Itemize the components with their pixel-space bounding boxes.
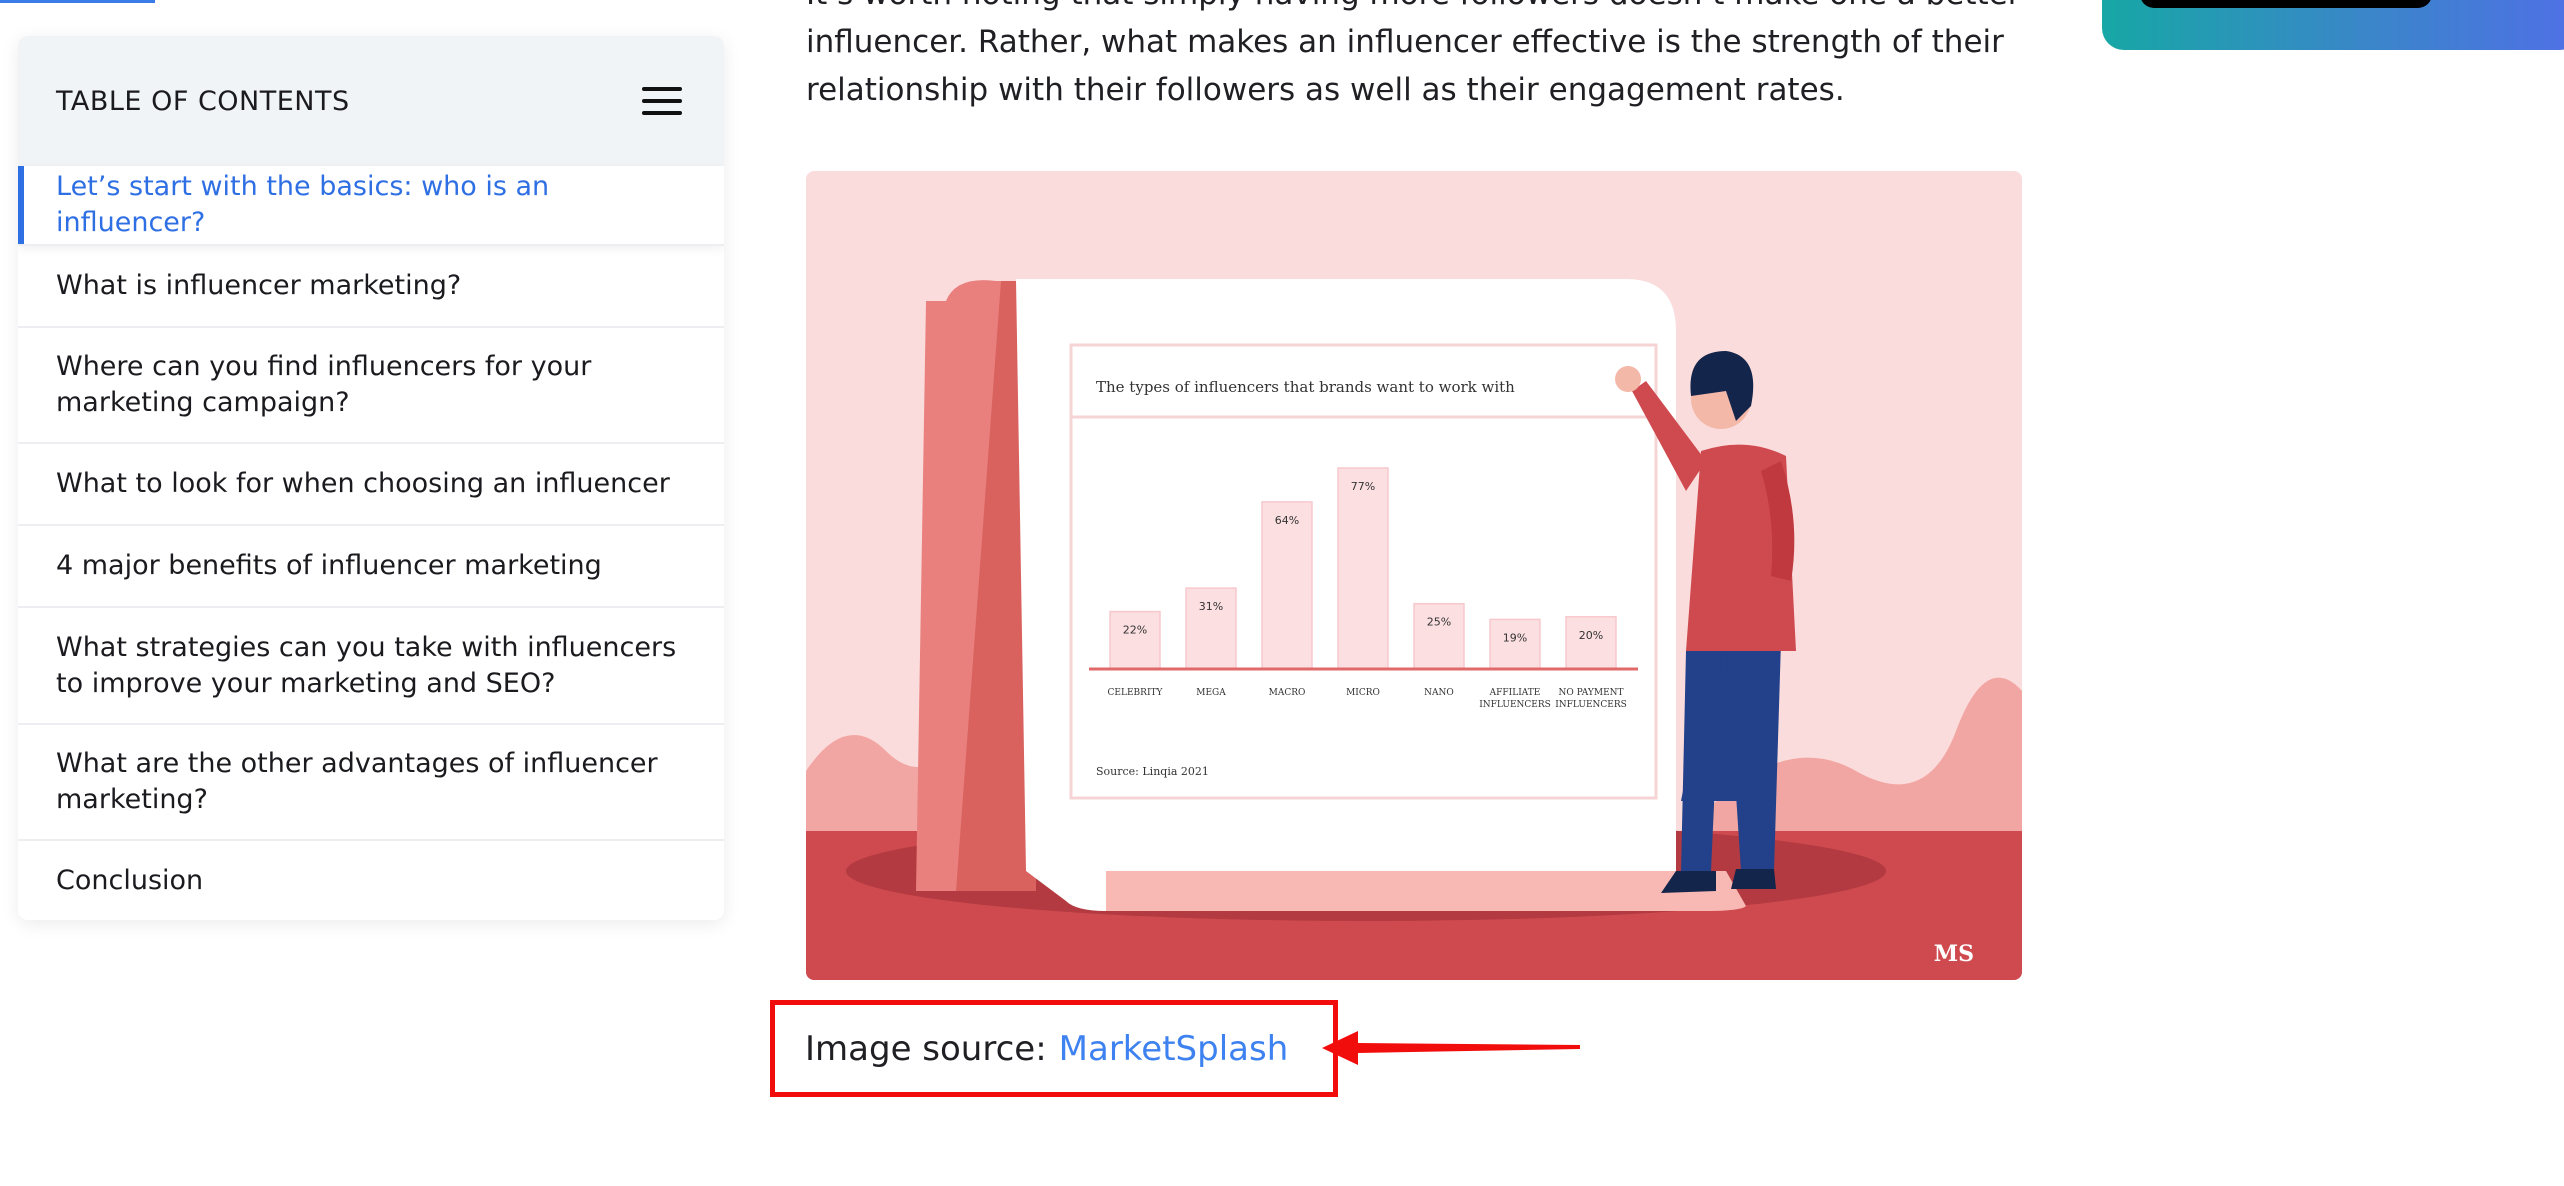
top-link-underline (0, 0, 155, 3)
image-source-caption: Image source: MarketSplash (770, 1000, 1338, 1097)
article-image: The types of influencers that brands wan… (806, 171, 2022, 980)
category-label: MICRO (1346, 688, 1380, 698)
toc-item[interactable]: 4 major benefits of influencer marketing (18, 524, 724, 606)
paragraph-line: relationship with their followers as wel… (806, 72, 1845, 108)
bar-celebrity (1109, 610, 1161, 670)
red-arrow-annotation (1322, 1031, 1580, 1065)
chart-source: Source: Linqia 2021 (1096, 765, 1209, 778)
toc-item[interactable]: Conclusion (18, 839, 724, 920)
promo-button[interactable] (2140, 0, 2432, 8)
bar-value-label: 64% (1275, 514, 1299, 527)
table-of-contents: TABLE OF CONTENTS Let’s start with the b… (18, 36, 724, 920)
bar-value-label: 77% (1351, 480, 1375, 493)
category-label: AFFILIATE (1489, 688, 1541, 698)
toc-item[interactable]: Where can you find influencers for your … (18, 326, 724, 442)
category-label: CELEBRITY (1108, 688, 1164, 698)
hamburger-menu-icon[interactable] (642, 87, 682, 115)
scroll-bottom (1106, 871, 1746, 911)
toc-header: TABLE OF CONTENTS (18, 36, 724, 166)
toc-item[interactable]: What strategies can you take with influe… (18, 606, 724, 723)
toc-item[interactable]: What to look for when choosing an influe… (18, 442, 724, 524)
bar-value-label: 22% (1123, 624, 1147, 637)
paragraph-line: influencer. Rather, what makes an influe… (806, 24, 2004, 60)
category-label: INFLUENCERS (1479, 700, 1551, 710)
category-label: MEGA (1196, 688, 1226, 698)
paragraph-line: It’s worth noting that simply having mor… (806, 0, 2021, 18)
bar-value-label: 31% (1199, 600, 1223, 613)
caption-prefix: Image source: (805, 1028, 1047, 1069)
bar-macro (1261, 501, 1313, 670)
marketsplash-logo: MS (1934, 941, 1974, 967)
bar-value-label: 19% (1503, 631, 1527, 644)
category-label: MACRO (1269, 688, 1306, 698)
toc-item[interactable]: What are the other advantages of influen… (18, 723, 724, 839)
toc-title: TABLE OF CONTENTS (56, 85, 350, 117)
promo-banner[interactable] (2102, 0, 2564, 50)
category-label: INFLUENCERS (1555, 700, 1627, 710)
category-label: NANO (1424, 688, 1454, 698)
bar-nano (1413, 602, 1465, 670)
category-label: NO PAYMENT (1558, 688, 1623, 698)
bar-no-payment-influencers (1565, 616, 1617, 670)
chart-title: The types of influencers that brands wan… (1096, 378, 1515, 396)
toc-item[interactable]: Let’s start with the basics: who is an i… (18, 166, 724, 244)
marketsplash-link[interactable]: MarketSplash (1059, 1029, 1289, 1069)
bar-value-label: 20% (1579, 629, 1603, 642)
toc-item[interactable]: What is influencer marketing? (18, 244, 724, 326)
bar-value-label: 25% (1427, 616, 1451, 629)
bar-micro (1337, 467, 1389, 670)
